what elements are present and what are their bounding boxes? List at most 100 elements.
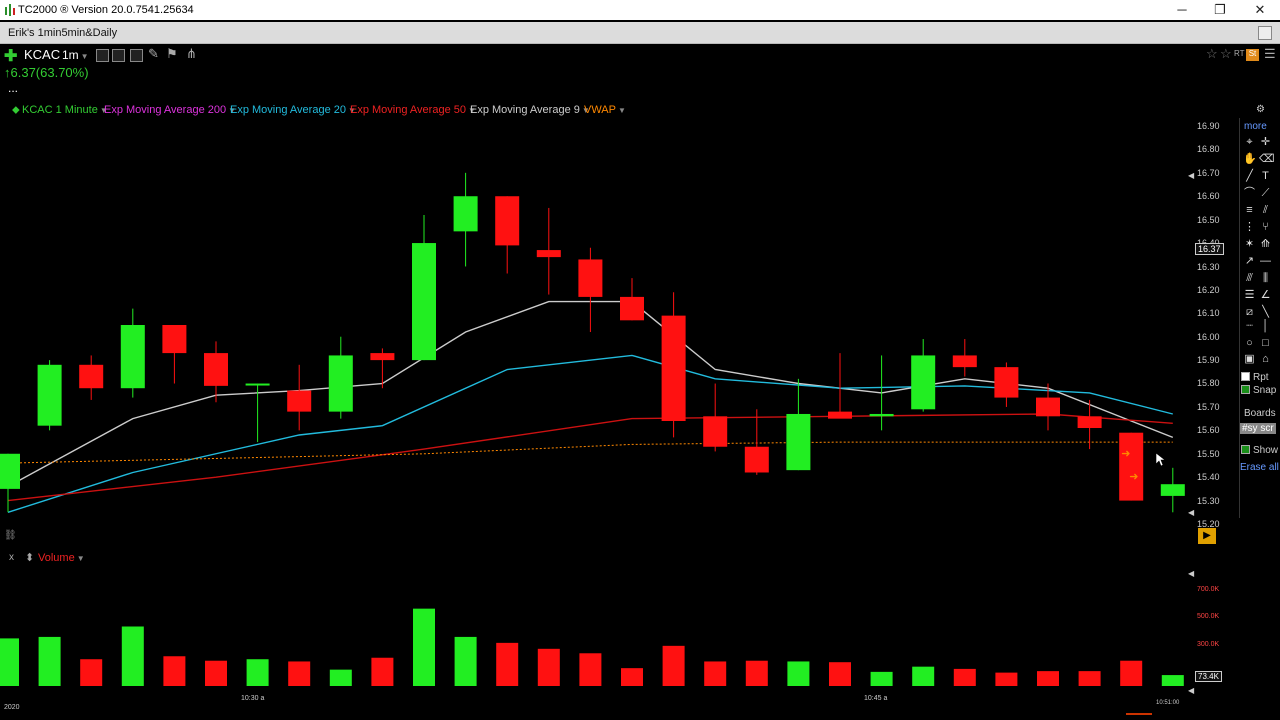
rectangle-tool-icon[interactable]: □ (1259, 337, 1272, 350)
star-icon[interactable]: ☆ (1206, 46, 1218, 62)
candle-body (495, 196, 520, 246)
boards-link[interactable]: Boards (1244, 408, 1276, 419)
ellipse-tool-icon[interactable]: ○ (1243, 337, 1256, 350)
trendline-tool-icon[interactable]: ╱ (1243, 170, 1256, 183)
candle-body (412, 243, 436, 361)
settings-gear-icon[interactable]: ⚙ (1256, 104, 1265, 115)
grid-icon[interactable] (112, 49, 125, 62)
scroll-left-icon[interactable]: ◀ (1188, 569, 1194, 578)
maximize-button[interactable]: ❐ (1200, 0, 1240, 20)
minimize-button[interactable]: ─ (1162, 0, 1202, 20)
rpt-checkbox[interactable] (1241, 372, 1250, 381)
channel-tool-icon[interactable]: ⫽ (1259, 204, 1272, 217)
arc-tool-icon[interactable]: ⌒ (1243, 187, 1256, 200)
more-tools-link[interactable]: more (1244, 121, 1267, 132)
angle-tool-icon[interactable]: ∠ (1259, 289, 1272, 302)
star-outline-icon[interactable]: ☆ (1220, 46, 1232, 62)
diagonal-tool-icon[interactable]: ⧄ (1243, 306, 1256, 319)
share-icon[interactable]: ⋔ (186, 46, 197, 62)
layout-name[interactable]: Erik's 1min5min&Daily (8, 22, 117, 44)
rpt-toggle[interactable]: Rpt (1241, 372, 1269, 383)
trade-icon[interactable] (96, 49, 109, 62)
volume-bar (80, 659, 103, 686)
last-volume-label: 73.4K (1195, 671, 1222, 682)
text-tool-icon[interactable]: T (1259, 170, 1272, 183)
scan-input[interactable]: #sy scr (1240, 423, 1276, 434)
add-plus-icon[interactable]: ✚ (4, 46, 17, 66)
realtime-icon[interactable]: RT (1234, 49, 1245, 58)
price-tick: 15.80 (1197, 378, 1220, 388)
price-tick: 16.20 (1197, 285, 1220, 295)
vertical-line-tool-icon[interactable]: │ (1259, 320, 1272, 333)
price-chart[interactable]: ➜➜ (0, 115, 1195, 545)
volume-bar (246, 659, 269, 686)
scroll-left-icon[interactable]: ◀ (1188, 686, 1194, 695)
hand-tool-icon[interactable]: ✋ (1243, 153, 1257, 166)
time-label: 10:45 a (864, 695, 888, 702)
note-icon[interactable] (130, 49, 143, 62)
volume-bar (579, 653, 602, 686)
menu-icon[interactable]: ☰ (1264, 46, 1276, 62)
show-toggle[interactable]: Show (1241, 445, 1278, 456)
volume-bar (288, 661, 311, 686)
select-tool-icon[interactable]: ⌖ (1243, 136, 1256, 149)
candle-body (952, 355, 977, 368)
time-scroll-marker[interactable] (1126, 713, 1152, 715)
price-tick: 16.00 (1197, 332, 1220, 342)
price-tick: 16.90 (1197, 121, 1220, 131)
ray-tool-icon[interactable]: ⟋ (1259, 187, 1272, 200)
timeframe-label: 1m (62, 48, 79, 62)
crosshair-tool-icon[interactable]: ✛ (1259, 136, 1272, 149)
date-label: 2020 (4, 704, 20, 711)
alert-icon[interactable]: ⚑ (166, 46, 178, 62)
candle-body (536, 250, 561, 258)
play-button[interactable]: ▶ (1198, 528, 1216, 544)
candle-body (994, 367, 1019, 398)
fib-tool-icon[interactable]: ≡ (1243, 204, 1256, 217)
snap-toggle[interactable]: Snap (1241, 385, 1276, 396)
close-button[interactable]: ✕ (1240, 0, 1280, 20)
dotted-line-tool-icon[interactable]: ┈ (1243, 320, 1256, 333)
candle-body (786, 413, 811, 471)
volume-bar (121, 626, 144, 686)
symbol-name[interactable]: KCAC (24, 47, 60, 62)
snap-checkbox[interactable] (1241, 385, 1250, 394)
volume-bar (870, 671, 893, 686)
restore-layout-icon[interactable] (1258, 26, 1272, 40)
volume-chart[interactable] (0, 548, 1195, 688)
app-icon (5, 4, 15, 16)
cycle-tool-icon[interactable]: ⫼ (1259, 272, 1272, 285)
volume-bar (912, 666, 935, 686)
candle-body (204, 353, 228, 386)
scroll-left-icon[interactable]: ◀ (1188, 508, 1194, 517)
more-menu-dots[interactable]: ... (8, 81, 18, 95)
candle-body (703, 416, 728, 447)
scroll-left-icon[interactable]: ◀ (1188, 171, 1194, 180)
scan-badge-icon[interactable]: St (1246, 49, 1259, 61)
last-price-label: 16.37 (1195, 243, 1224, 255)
fan-tool-icon[interactable]: ⟰ (1259, 238, 1272, 251)
volume-bar (1120, 660, 1143, 686)
erase-all-link[interactable]: Erase all (1240, 462, 1279, 473)
candle-body (287, 390, 312, 412)
candle-body (328, 355, 353, 412)
volume-bar (995, 672, 1018, 686)
arrow-marker: ➜ (1121, 448, 1130, 460)
line-tool-icon[interactable]: ╲ (1259, 306, 1272, 319)
parallel-tool-icon[interactable]: ☰ (1243, 289, 1256, 302)
regression-tool-icon[interactable]: ⫻ (1243, 272, 1256, 285)
grid-tool-icon[interactable]: ⋮ (1243, 221, 1256, 234)
volume-bar (704, 661, 727, 686)
pitchfork-tool-icon[interactable]: ⑂ (1259, 221, 1272, 234)
candle-body (828, 411, 852, 419)
show-checkbox[interactable] (1241, 445, 1250, 454)
speed-line-tool-icon[interactable]: ↗ (1243, 255, 1256, 268)
link-icon[interactable]: ⛓ (4, 530, 17, 541)
timeframe-select[interactable]: 1m ▼ (62, 48, 89, 62)
eraser-tool-icon[interactable]: ⌫ (1259, 153, 1275, 166)
horizontal-line-tool-icon[interactable]: — (1259, 255, 1272, 268)
note-tool-icon[interactable]: ▣ (1243, 353, 1256, 366)
gann-tool-icon[interactable]: ✶ (1243, 238, 1256, 251)
pencil-icon[interactable]: ✎ (148, 46, 159, 62)
house-tool-icon[interactable]: ⌂ (1259, 353, 1272, 366)
